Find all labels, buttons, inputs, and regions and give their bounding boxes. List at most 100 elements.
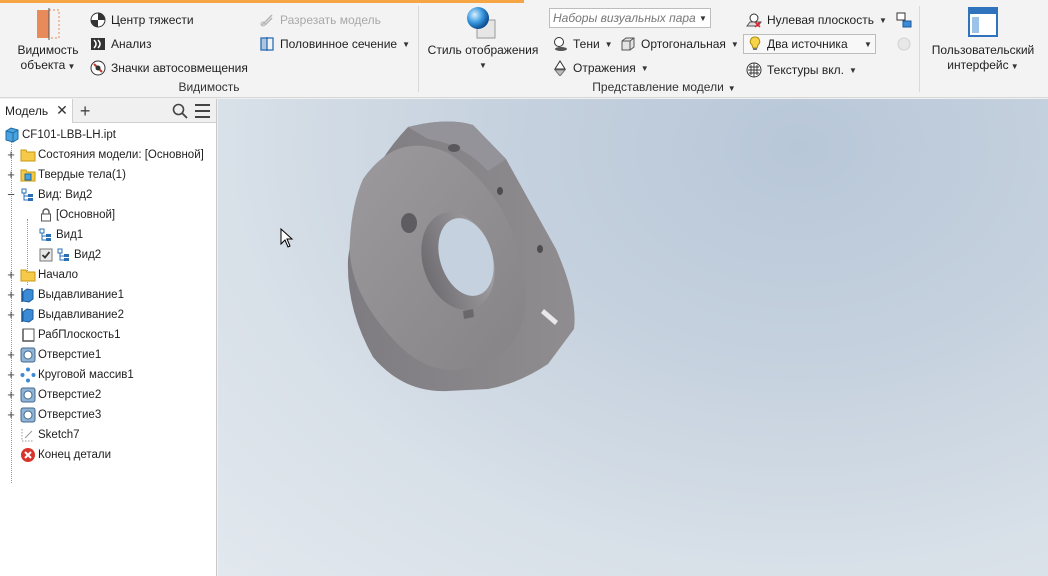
autosnap-icons-label: Значки автосовмещения <box>111 61 248 75</box>
autosnap-icons-button[interactable]: Значки автосовмещения <box>90 58 248 78</box>
orthographic-button[interactable]: Ортогональная ▼ <box>620 34 739 54</box>
display-style-icon <box>463 6 503 40</box>
cut-model-button[interactable]: Разрезать модель <box>259 10 381 30</box>
user-interface-icon <box>966 6 1000 40</box>
folder-icon <box>20 267 36 283</box>
tree-item-label: Отверстие1 <box>38 349 102 361</box>
tree-item-hole1[interactable]: + Отверстие1 <box>0 345 216 365</box>
side-hole <box>537 245 543 253</box>
shadows-label: Тени <box>573 37 600 51</box>
ribbon-accent-bar <box>0 0 524 3</box>
tree-item-label: Отверстие3 <box>38 409 102 421</box>
expand-icon[interactable]: + <box>6 288 16 301</box>
graphics-viewport[interactable] <box>218 99 1048 576</box>
chevron-down-icon: ▼ <box>65 62 76 71</box>
display-style-label: Стиль отображения <box>427 43 539 57</box>
shadows-button[interactable]: Тени ▼ <box>552 34 613 54</box>
expand-icon[interactable]: + <box>6 268 16 281</box>
hole-icon <box>20 347 36 363</box>
textures-label: Текстуры вкл. <box>767 63 844 77</box>
work-plane-icon <box>20 327 36 343</box>
tree-item-extrusion2[interactable]: + Выдавливание2 <box>0 305 216 325</box>
tree-item-label: Состояния модели: [Основной] <box>38 149 204 161</box>
chevron-down-icon: ▼ <box>727 84 736 93</box>
expand-icon[interactable]: + <box>6 368 16 381</box>
tree-item-master[interactable]: [Основной] <box>0 205 216 225</box>
view-icon <box>38 227 54 243</box>
expand-icon[interactable]: + <box>6 408 16 421</box>
checkbox-checked-icon[interactable] <box>38 247 54 263</box>
model-display-group: Стиль отображения ▼ Наборы визуальных па… <box>419 4 919 96</box>
expand-icon[interactable]: + <box>6 168 16 181</box>
tree-item-sketch7[interactable]: Sketch7 <box>0 425 216 445</box>
tree-item-label: [Основной] <box>56 209 116 221</box>
analysis-button[interactable]: Анализ <box>90 34 152 54</box>
expand-icon[interactable]: + <box>6 148 16 161</box>
circular-pattern-icon <box>20 367 36 383</box>
textures-icon <box>746 62 762 78</box>
tree-item-solid-bodies[interactable]: + Твердые тела(1) <box>0 165 216 185</box>
ground-plane-icon <box>746 12 762 28</box>
tab-model[interactable]: Модель ✕ <box>0 98 73 123</box>
chevron-down-icon: ▼ <box>848 65 857 75</box>
visual-sets-dropdown[interactable]: Наборы визуальных пара ▼ <box>549 8 711 28</box>
cut-model-icon <box>259 12 275 28</box>
tree-item-label: Начало <box>38 269 79 281</box>
collapse-icon[interactable]: − <box>6 188 16 201</box>
solid-bodies-folder-icon <box>20 167 36 183</box>
search-icon[interactable] <box>172 103 188 119</box>
hole-icon <box>20 407 36 423</box>
tree-item-view2[interactable]: Вид2 <box>0 245 216 265</box>
close-icon[interactable]: ✕ <box>56 102 68 119</box>
ground-plane-button[interactable]: Нулевая плоскость ▼ <box>746 10 887 30</box>
center-of-gravity-button[interactable]: Центр тяжести <box>90 10 194 30</box>
object-visibility-icon <box>31 6 65 40</box>
half-section-icon <box>259 36 275 52</box>
view-icon <box>56 247 72 263</box>
view-settings-button[interactable] <box>896 10 917 30</box>
tab-model-label: Модель <box>5 103 49 118</box>
tree-item-model-states[interactable]: + Состояния модели: [Основной] <box>0 145 216 165</box>
part-file-icon <box>4 127 20 143</box>
tree-item-label: Выдавливание2 <box>38 309 124 321</box>
tree-item-extrusion1[interactable]: + Выдавливание1 <box>0 285 216 305</box>
tree-item-circular-pattern1[interactable]: + Круговой массив1 <box>0 365 216 385</box>
object-visibility-button[interactable]: Видимость объекта ▼ <box>12 6 84 74</box>
textures-button[interactable]: Текстуры вкл. ▼ <box>746 60 857 80</box>
chevron-down-icon: ▼ <box>699 13 707 23</box>
tree-item-work-plane1[interactable]: РабПлоскость1 <box>0 325 216 345</box>
chevron-down-icon: ▼ <box>604 39 613 49</box>
model-display-group-label[interactable]: Представление модели ▼ <box>499 80 829 94</box>
object-visibility-label-1: Видимость <box>17 43 79 57</box>
tree-item-end-of-part[interactable]: Конец детали <box>0 445 216 465</box>
lighting-dropdown[interactable]: Два источника ▼ <box>743 34 876 54</box>
user-interface-button[interactable]: Пользовательский интерфейс ▼ <box>924 6 1042 74</box>
hole-icon <box>20 387 36 403</box>
render-sphere-button[interactable] <box>896 34 917 54</box>
chevron-down-icon: ▼ <box>864 39 872 49</box>
tree-item-root[interactable]: CF101-LBB-LH.ipt <box>0 125 216 145</box>
tree-item-view[interactable]: − Вид: Вид2 <box>0 185 216 205</box>
chevron-down-icon: ▼ <box>640 63 649 73</box>
center-of-gravity-label: Центр тяжести <box>111 13 194 27</box>
tree-item-label: Твердые тела(1) <box>38 169 126 181</box>
tree-item-view1[interactable]: Вид1 <box>0 225 216 245</box>
tree-item-hole2[interactable]: + Отверстие2 <box>0 385 216 405</box>
expand-icon[interactable]: + <box>6 308 16 321</box>
half-section-button[interactable]: Половинное сечение ▼ <box>259 34 410 54</box>
tree-item-label: Выдавливание1 <box>38 289 124 301</box>
tree-item-hole3[interactable]: + Отверстие3 <box>0 405 216 425</box>
group-separator <box>919 6 920 92</box>
add-icon[interactable]: + <box>80 102 91 120</box>
tree-item-origin[interactable]: + Начало <box>0 265 216 285</box>
hamburger-menu-icon[interactable] <box>195 104 210 118</box>
expand-icon[interactable]: + <box>6 348 16 361</box>
part-model <box>347 121 575 392</box>
chevron-down-icon: ▼ <box>878 15 887 25</box>
light-bulb-icon <box>747 36 763 52</box>
reflections-button[interactable]: Отражения ▼ <box>552 58 649 78</box>
display-style-button[interactable]: Стиль отображения ▼ <box>427 6 539 73</box>
reflections-label: Отражения <box>573 61 636 75</box>
expand-icon[interactable]: + <box>6 388 16 401</box>
lock-icon <box>38 207 54 223</box>
